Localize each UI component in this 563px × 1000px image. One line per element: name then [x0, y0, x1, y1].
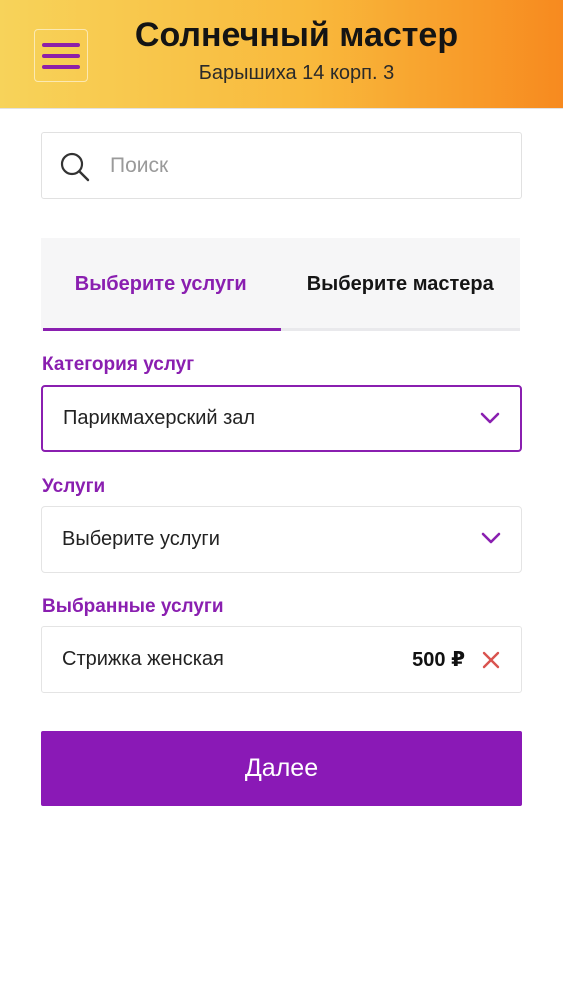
- tab-divider: [281, 328, 520, 331]
- page-title: Солнечный мастер: [134, 16, 459, 54]
- chevron-down-icon: [481, 532, 501, 544]
- search-box[interactable]: [41, 132, 522, 199]
- services-selected-value: Выберите услуги: [62, 528, 220, 550]
- selected-service-item: Стрижка женская 500 ₽: [41, 626, 522, 693]
- selected-services-label: Выбранные услуги: [42, 596, 224, 617]
- tab-bar: Выберите услуги Выберите мастера: [41, 238, 520, 331]
- category-label: Категория услуг: [42, 354, 195, 375]
- category-selected-value: Парикмахерский зал: [63, 407, 256, 429]
- close-icon[interactable]: [481, 650, 501, 670]
- salon-address: Барышиха 14 корп. 3: [198, 62, 395, 84]
- tab-select-services[interactable]: Выберите услуги: [41, 238, 281, 331]
- tab-select-master[interactable]: Выберите мастера: [281, 238, 521, 331]
- search-input[interactable]: [110, 133, 510, 198]
- services-select[interactable]: Выберите услуги: [41, 506, 522, 573]
- selected-service-name: Стрижка женская: [62, 648, 224, 670]
- category-select[interactable]: Парикмахерский зал: [41, 385, 522, 452]
- chevron-down-icon: [480, 412, 500, 424]
- selected-service-price: 500 ₽: [412, 649, 465, 671]
- app-header: Солнечный мастер Барышиха 14 корп. 3: [0, 0, 563, 109]
- next-button[interactable]: Далее: [41, 731, 522, 806]
- services-label: Услуги: [42, 476, 106, 497]
- search-icon: [60, 152, 90, 182]
